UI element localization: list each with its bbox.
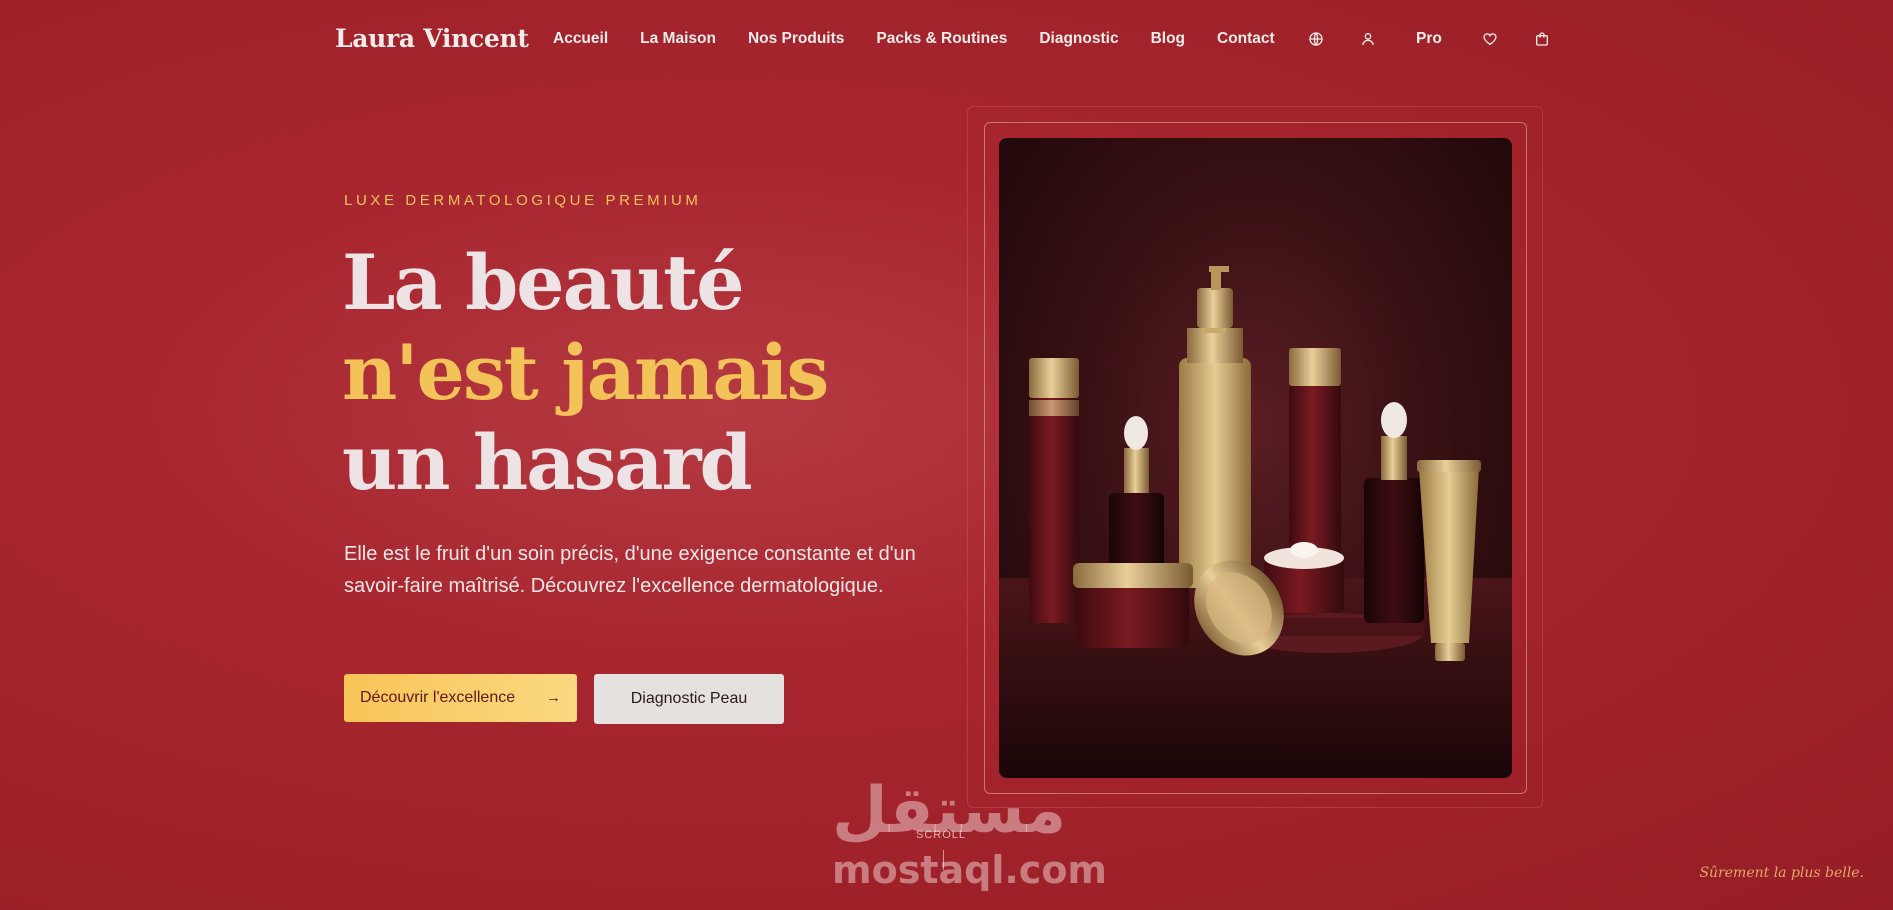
hero-headline: La beauté n'est jamais un hasard bbox=[342, 238, 829, 508]
scroll-indicator-line bbox=[943, 850, 944, 870]
hero-eyebrow: LUXE DERMATOLOGIQUE PREMIUM bbox=[344, 192, 702, 209]
heart-icon[interactable] bbox=[1479, 28, 1501, 50]
user-icon[interactable] bbox=[1357, 28, 1379, 50]
site-header: Laura Vincent Accueil La Maison Nos Prod… bbox=[0, 0, 1893, 80]
product-collection-image bbox=[999, 138, 1512, 778]
discover-excellence-label: Découvrir l'excellence bbox=[360, 689, 516, 706]
headline-line-2: n'est jamais bbox=[342, 328, 829, 417]
nav-item-blog[interactable]: Blog bbox=[1151, 30, 1185, 48]
headline-line-3: un hasard bbox=[342, 418, 753, 507]
main-nav: Accueil La Maison Nos Produits Packs & R… bbox=[553, 30, 1307, 48]
nav-item-diagnostic[interactable]: Diagnostic bbox=[1039, 30, 1118, 48]
headline-line-1: La beauté bbox=[342, 238, 745, 327]
arrow-right-icon: → bbox=[546, 689, 561, 706]
discover-excellence-button[interactable]: Découvrir l'excellence → bbox=[344, 674, 577, 722]
header-actions: Pro bbox=[1305, 28, 1553, 50]
hero-description: Elle est le fruit d'un soin précis, d'un… bbox=[344, 543, 916, 597]
nav-item-la-maison[interactable]: La Maison bbox=[640, 30, 716, 48]
pro-link[interactable]: Pro bbox=[1416, 30, 1442, 48]
nav-item-accueil[interactable]: Accueil bbox=[553, 30, 608, 48]
nav-item-contact[interactable]: Contact bbox=[1217, 30, 1275, 48]
nav-item-packs-routines[interactable]: Packs & Routines bbox=[876, 30, 1007, 48]
shopping-bag-icon[interactable] bbox=[1531, 28, 1553, 50]
skin-diagnostic-button[interactable]: Diagnostic Peau bbox=[594, 674, 784, 724]
globe-icon[interactable] bbox=[1305, 28, 1327, 50]
footer-tagline: Sûrement la plus belle. bbox=[1699, 865, 1864, 881]
brand-logo[interactable]: Laura Vincent bbox=[335, 24, 529, 53]
scroll-indicator-label[interactable]: SCROLL bbox=[916, 829, 966, 841]
watermark-latin: mostaql.com bbox=[832, 848, 1108, 892]
nav-item-nos-produits[interactable]: Nos Produits bbox=[748, 30, 844, 48]
